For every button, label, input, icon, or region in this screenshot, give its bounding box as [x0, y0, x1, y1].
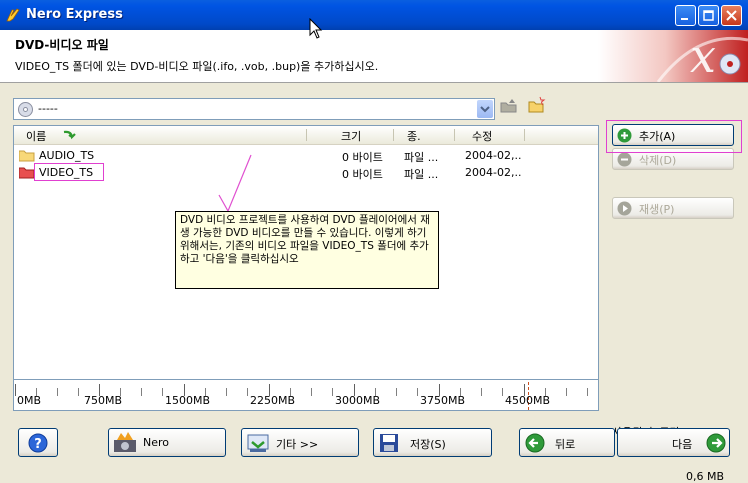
- column-name[interactable]: 이름: [26, 128, 46, 143]
- help-tooltip: DVD 비디오 프로젝트를 사용하여 DVD 플레이어에서 재생 가능한 DVD…: [175, 211, 439, 289]
- nero-logo: x: [598, 30, 748, 82]
- column-modified[interactable]: 수정: [472, 128, 492, 143]
- file-type: 파일 ...: [404, 168, 439, 181]
- video-ts-highlight: [34, 163, 104, 181]
- help-button[interactable]: ?: [18, 428, 58, 457]
- location-combo[interactable]: -----: [13, 98, 495, 120]
- scale-label: 750MB: [84, 394, 123, 407]
- scale-label: 2250MB: [250, 394, 296, 407]
- help-icon: ?: [28, 433, 48, 453]
- back-button[interactable]: 뒤로: [519, 428, 615, 457]
- delete-icon: [617, 152, 632, 167]
- window-title: Nero Express: [26, 7, 123, 22]
- back-arrow-icon: [525, 433, 545, 453]
- file-type: 파일 ...: [404, 151, 439, 164]
- help-label: ?: [34, 437, 42, 452]
- next-arrow-icon: [706, 433, 726, 453]
- callout-arrow: [218, 154, 252, 213]
- page-subtitle: VIDEO_TS 폴더에 있는 DVD-비디오 파일(.ifo, .vob, .…: [15, 60, 379, 73]
- more-label: 기타 >>: [276, 438, 319, 451]
- play-button[interactable]: 재생(P): [612, 197, 734, 219]
- add-button-highlight: [606, 120, 742, 153]
- play-label: 재생(P): [639, 203, 675, 216]
- maximize-icon: [703, 10, 714, 21]
- file-name: AUDIO_TS: [39, 149, 95, 162]
- floppy-save-icon: [380, 434, 398, 452]
- nero-label: Nero: [143, 436, 170, 449]
- more-icon: [247, 434, 269, 452]
- folder-icon: [19, 150, 35, 162]
- scale-label: 1500MB: [165, 394, 211, 407]
- space-used-value: 0,6 MB: [686, 470, 725, 483]
- file-modified: 2004-02,..: [465, 149, 522, 162]
- scale-label: 0MB: [17, 394, 42, 407]
- scale-label: 3000MB: [335, 394, 381, 407]
- up-folder-icon[interactable]: [500, 96, 518, 114]
- next-label: 다음: [672, 438, 693, 451]
- column-size[interactable]: 크기: [341, 128, 361, 143]
- minimize-icon: [681, 18, 688, 20]
- disc-drive-icon: [18, 102, 33, 117]
- sort-arrow-icon: [63, 130, 76, 140]
- file-modified: 2004-02,..: [465, 166, 522, 179]
- minimize-button[interactable]: [675, 5, 696, 26]
- chevron-down-icon: [480, 106, 490, 113]
- next-button[interactable]: 다음: [617, 428, 730, 457]
- wizard-header: DVD-비디오 파일 VIDEO_TS 폴더에 있는 DVD-비디오 파일(.i…: [0, 30, 748, 83]
- nero-button[interactable]: Nero: [108, 428, 226, 457]
- save-button[interactable]: 저장(S): [373, 428, 492, 457]
- file-size: 0 바이트: [342, 151, 383, 164]
- play-icon: [617, 201, 632, 216]
- new-folder-icon[interactable]: [528, 96, 546, 114]
- svg-text:x: x: [690, 30, 716, 82]
- close-button[interactable]: [721, 5, 742, 26]
- location-dropdown-button[interactable]: [477, 100, 493, 118]
- back-label: 뒤로: [555, 438, 576, 451]
- scale-label: 3750MB: [420, 394, 466, 407]
- capacity-bar: 0MB 750MB 1500MB 2250MB 3000MB 3750MB 45…: [13, 379, 599, 411]
- page-title: DVD-비디오 파일: [15, 38, 109, 52]
- file-size: 0 바이트: [342, 168, 383, 181]
- video-folder-icon: [19, 167, 35, 179]
- column-type[interactable]: 종.: [407, 128, 421, 143]
- scale-label: 4500MB: [505, 394, 551, 407]
- more-button[interactable]: 기타 >>: [241, 428, 359, 457]
- file-row-audio-ts[interactable]: AUDIO_TS 0 바이트 파일 ... 2004-02,..: [14, 147, 598, 164]
- close-icon: [726, 10, 737, 21]
- location-value: -----: [38, 102, 58, 115]
- mouse-cursor-icon: [309, 18, 323, 39]
- title-bar: Nero Express: [0, 0, 748, 30]
- save-label: 저장(S): [410, 438, 446, 451]
- column-header: 이름 크기 종. 수정: [14, 126, 598, 145]
- maximize-button[interactable]: [698, 5, 719, 26]
- delete-label: 삭제(D): [639, 154, 677, 167]
- nero-app-icon: [6, 8, 20, 22]
- nero-burn-icon: [114, 432, 136, 452]
